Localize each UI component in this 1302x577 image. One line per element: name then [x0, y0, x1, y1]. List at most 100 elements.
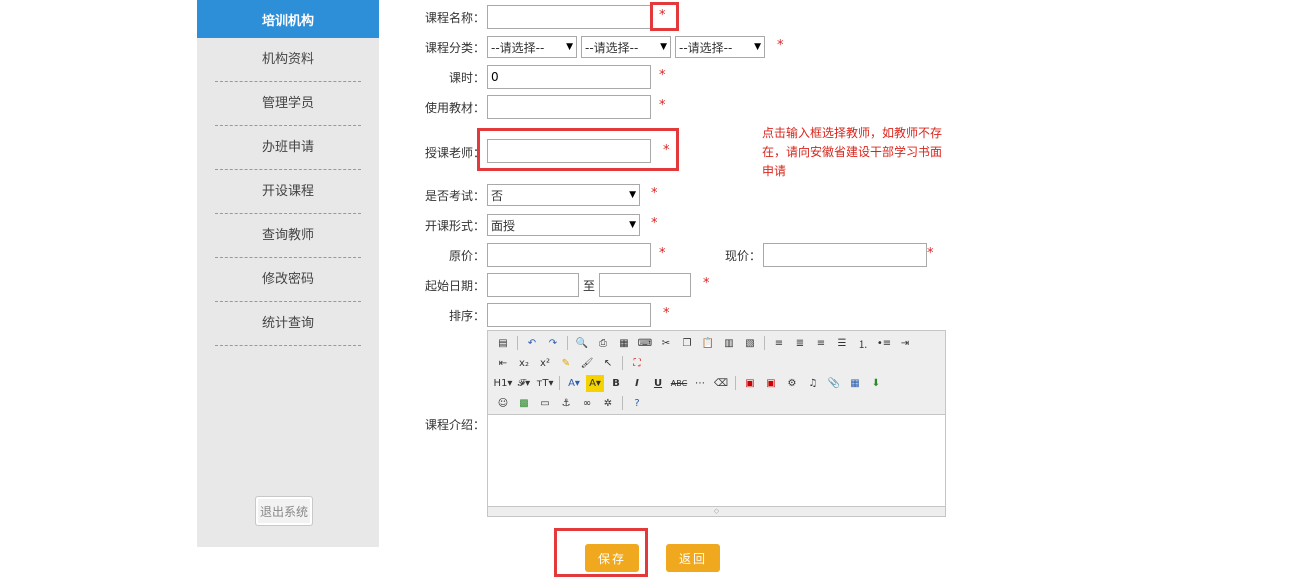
mode-label: 开课形式： [425, 219, 486, 233]
sidebar-item-class-application[interactable]: 办班申请 [215, 126, 361, 170]
font-color-icon[interactable]: A▾ [565, 375, 583, 392]
course-name-input[interactable] [487, 5, 651, 29]
template-icon[interactable]: ▦ [615, 335, 633, 352]
course-name-label: 课程名称： [425, 11, 486, 25]
bold-icon[interactable]: B [607, 375, 625, 392]
indent-icon[interactable]: ⇥ [896, 335, 914, 352]
required-mark: * [703, 276, 710, 291]
line-height-icon[interactable]: ⋯ [691, 375, 709, 392]
select-all-icon[interactable]: ↖ [599, 355, 617, 372]
paste-icon[interactable]: 📋 [699, 335, 717, 352]
align-center-icon[interactable]: ≣ [791, 335, 809, 352]
media-icon[interactable]: ♫ [804, 375, 822, 392]
sidebar-item-change-password[interactable]: 修改密码 [215, 258, 361, 302]
copy-icon[interactable]: ❐ [678, 335, 696, 352]
category-select-1[interactable]: --请选择-- ▼ [487, 36, 577, 58]
superscript-icon[interactable]: x² [536, 355, 554, 372]
highlight-color-icon[interactable]: A▾ [586, 374, 604, 392]
sidebar-item-org-info[interactable]: 机构资料 [215, 38, 361, 82]
code-icon[interactable]: ⌨ [636, 335, 654, 352]
toolbar-separator [735, 376, 736, 390]
attachment-icon[interactable]: 📎 [825, 375, 843, 392]
preview-icon[interactable]: 🔍 [573, 335, 591, 352]
required-mark: * [651, 186, 658, 201]
current-price-input[interactable] [763, 243, 927, 267]
outdent-icon[interactable]: ⇤ [494, 355, 512, 372]
help-icon[interactable]: ? [628, 395, 646, 412]
redo-icon[interactable]: ↷ [544, 335, 562, 352]
image-icon[interactable]: ▣ [741, 375, 759, 392]
start-date-from-input[interactable] [487, 273, 579, 297]
editor-toolbar: ▤ ↶ ↷ 🔍 ⎙ ▦ ⌨ ✂ ❐ 📋 ▥ ▧ ≡ ≣ ≡ ☰ ⒈ •≡ ⇥ ⇤… [488, 331, 945, 415]
unordered-list-icon[interactable]: •≡ [875, 335, 893, 352]
horizontal-rule-icon[interactable]: ⬇ [867, 375, 885, 392]
start-date-to-input[interactable] [599, 273, 691, 297]
category-select-3-value: --请选择-- [679, 40, 733, 55]
align-left-icon[interactable]: ≡ [770, 335, 788, 352]
heading-icon[interactable]: H1▾ [494, 375, 513, 392]
underline-icon[interactable]: U [649, 375, 667, 392]
format-painter-icon[interactable]: 🖌 [578, 355, 596, 372]
page-break-icon[interactable]: ▭ [536, 395, 554, 412]
sidebar-item-statistics[interactable]: 统计查询 [215, 302, 361, 346]
link-icon[interactable]: ∞ [578, 395, 596, 412]
paste-word-icon[interactable]: ▧ [741, 335, 759, 352]
exam-select-value: 否 [491, 188, 504, 203]
required-mark: * [927, 246, 934, 261]
paste-text-icon[interactable]: ▥ [720, 335, 738, 352]
category-select-2[interactable]: --请选择-- ▼ [581, 36, 671, 58]
sidebar-item-query-teacher[interactable]: 查询教师 [215, 214, 361, 258]
cut-icon[interactable]: ✂ [657, 335, 675, 352]
insert-image-icon[interactable]: ▩ [515, 395, 533, 412]
clear-format-icon[interactable]: ✎ [557, 355, 575, 372]
logout-button[interactable]: 退出系统 [255, 496, 313, 526]
intro-editor-area[interactable] [488, 415, 945, 505]
sidebar-item-open-course[interactable]: 开设课程 [215, 170, 361, 214]
emoticon-icon[interactable]: ☺ [494, 395, 512, 412]
print-icon[interactable]: ⎙ [594, 335, 612, 352]
category-select-3[interactable]: --请选择-- ▼ [675, 36, 765, 58]
subscript-icon[interactable]: x₂ [515, 355, 533, 372]
table-icon[interactable]: ▦ [846, 375, 864, 392]
editor-resize-handle[interactable]: ◇ [488, 506, 945, 516]
toolbar-separator [764, 336, 765, 350]
anchor-icon[interactable]: ⚓ [557, 395, 575, 412]
category-select-1-value: --请选择-- [491, 40, 545, 55]
back-button[interactable]: 返回 [666, 544, 720, 572]
exam-select[interactable]: 否 ▼ [487, 184, 640, 206]
required-mark: * [659, 246, 666, 261]
required-mark: * [651, 216, 658, 231]
font-size-icon[interactable]: тT▾ [536, 375, 554, 392]
chevron-down-icon: ▼ [660, 42, 667, 52]
toolbar-separator [559, 376, 560, 390]
original-price-input[interactable] [487, 243, 651, 267]
sort-label: 排序： [449, 309, 486, 323]
date-to-label: 至 [583, 279, 596, 293]
strikethrough-icon[interactable]: ABC [670, 375, 688, 392]
save-button[interactable]: 保存 [585, 544, 639, 572]
font-family-icon[interactable]: 𝓕▾ [515, 375, 533, 392]
italic-icon[interactable]: I [628, 375, 646, 392]
mode-select[interactable]: 面授 ▼ [487, 214, 640, 236]
hours-input[interactable] [487, 65, 651, 89]
ordered-list-icon[interactable]: ⒈ [854, 335, 872, 352]
sidebar-header[interactable]: 培训机构 [197, 0, 379, 38]
undo-icon[interactable]: ↶ [523, 335, 541, 352]
required-mark: * [659, 68, 666, 83]
flash-icon[interactable]: ⚙ [783, 375, 801, 392]
remove-format-icon[interactable]: ⌫ [712, 375, 730, 392]
category-label: 课程分类： [425, 41, 486, 55]
multi-image-icon[interactable]: ▣ [762, 375, 780, 392]
sort-input[interactable] [487, 303, 651, 327]
start-date-label: 起始日期： [425, 279, 486, 293]
hours-label: 课时： [449, 71, 486, 85]
teacher-input[interactable] [487, 139, 651, 163]
align-right-icon[interactable]: ≡ [812, 335, 830, 352]
sidebar-item-manage-students[interactable]: 管理学员 [215, 82, 361, 126]
source-icon[interactable]: ▤ [494, 335, 512, 352]
align-justify-icon[interactable]: ☰ [833, 335, 851, 352]
textbook-input[interactable] [487, 95, 651, 119]
fullscreen-icon[interactable]: ⛶ [628, 355, 646, 372]
rich-text-editor: ▤ ↶ ↷ 🔍 ⎙ ▦ ⌨ ✂ ❐ 📋 ▥ ▧ ≡ ≣ ≡ ☰ ⒈ •≡ ⇥ ⇤… [487, 330, 946, 517]
unlink-icon[interactable]: ✲ [599, 395, 617, 412]
